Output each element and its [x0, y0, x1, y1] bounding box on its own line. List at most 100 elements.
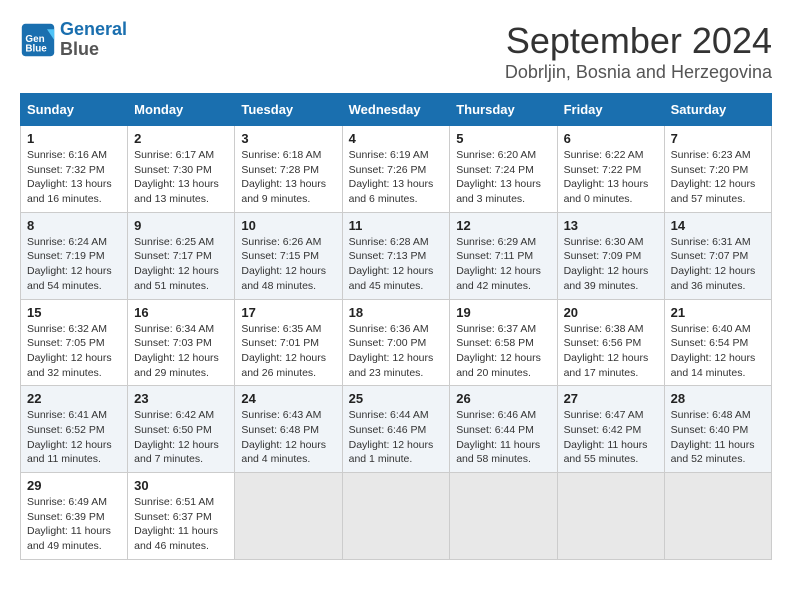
day-info: Sunrise: 6:30 AMSunset: 7:09 PMDaylight:…	[564, 235, 658, 294]
day-number: 20	[564, 305, 658, 320]
day-info: Sunrise: 6:51 AMSunset: 6:37 PMDaylight:…	[134, 495, 228, 554]
calendar-cell	[450, 473, 557, 560]
day-info: Sunrise: 6:40 AMSunset: 6:54 PMDaylight:…	[671, 322, 765, 381]
day-info: Sunrise: 6:37 AMSunset: 6:58 PMDaylight:…	[456, 322, 550, 381]
day-info: Sunrise: 6:29 AMSunset: 7:11 PMDaylight:…	[456, 235, 550, 294]
day-info: Sunrise: 6:26 AMSunset: 7:15 PMDaylight:…	[241, 235, 335, 294]
calendar-cell: 16Sunrise: 6:34 AMSunset: 7:03 PMDayligh…	[128, 299, 235, 386]
calendar-cell: 11Sunrise: 6:28 AMSunset: 7:13 PMDayligh…	[342, 212, 450, 299]
weekday-header-tuesday: Tuesday	[235, 94, 342, 126]
logo-icon: Gen Blue	[20, 22, 56, 58]
day-info: Sunrise: 6:18 AMSunset: 7:28 PMDaylight:…	[241, 148, 335, 207]
calendar-cell: 24 Sunrise: 6:43 AMSunset: 6:48 PMDayligh…	[235, 386, 342, 473]
day-info: Sunrise: 6:48 AMSunset: 6:40 PMDaylight:…	[671, 408, 765, 467]
day-info: Sunrise: 6:49 AMSunset: 6:39 PMDaylight:…	[27, 495, 121, 554]
day-info: Sunrise: 6:46 AMSunset: 6:44 PMDaylight:…	[456, 408, 550, 467]
day-number: 7	[671, 131, 765, 146]
day-number: 23	[134, 391, 228, 406]
weekday-header-wednesday: Wednesday	[342, 94, 450, 126]
calendar-cell: 15Sunrise: 6:32 AMSunset: 7:05 PMDayligh…	[21, 299, 128, 386]
page-header: Gen Blue General Blue September 2024 Dob…	[20, 20, 772, 83]
calendar-cell: 7 Sunrise: 6:23 AMSunset: 7:20 PMDaylight…	[664, 126, 771, 213]
day-number: 5	[456, 131, 550, 146]
day-info: Sunrise: 6:24 AMSunset: 7:19 PMDaylight:…	[27, 235, 121, 294]
day-info: Sunrise: 6:25 AMSunset: 7:17 PMDaylight:…	[134, 235, 228, 294]
day-number: 18	[349, 305, 444, 320]
day-info: Sunrise: 6:38 AMSunset: 6:56 PMDaylight:…	[564, 322, 658, 381]
day-number: 22	[27, 391, 121, 406]
day-number: 1	[27, 131, 121, 146]
calendar-cell	[342, 473, 450, 560]
calendar-cell: 19 Sunrise: 6:37 AMSunset: 6:58 PMDayligh…	[450, 299, 557, 386]
day-info: Sunrise: 6:23 AMSunset: 7:20 PMDaylight:…	[671, 148, 765, 207]
day-number: 3	[241, 131, 335, 146]
day-number: 27	[564, 391, 658, 406]
calendar-week-2: 8Sunrise: 6:24 AMSunset: 7:19 PMDaylight…	[21, 212, 772, 299]
day-number: 10	[241, 218, 335, 233]
day-info: Sunrise: 6:43 AMSunset: 6:48 PMDaylight:…	[241, 408, 335, 467]
day-info: Sunrise: 6:34 AMSunset: 7:03 PMDaylight:…	[134, 322, 228, 381]
day-info: Sunrise: 6:28 AMSunset: 7:13 PMDaylight:…	[349, 235, 444, 294]
calendar-cell: 28Sunrise: 6:48 AMSunset: 6:40 PMDayligh…	[664, 386, 771, 473]
calendar-cell: 4 Sunrise: 6:19 AMSunset: 7:26 PMDaylight…	[342, 126, 450, 213]
calendar-cell: 1Sunrise: 6:16 AMSunset: 7:32 PMDaylight…	[21, 126, 128, 213]
calendar-cell: 23 Sunrise: 6:42 AMSunset: 6:50 PMDayligh…	[128, 386, 235, 473]
logo: Gen Blue General Blue	[20, 20, 127, 60]
day-info: Sunrise: 6:22 AMSunset: 7:22 PMDaylight:…	[564, 148, 658, 207]
calendar-week-5: 29Sunrise: 6:49 AMSunset: 6:39 PMDayligh…	[21, 473, 772, 560]
calendar-cell: 9 Sunrise: 6:25 AMSunset: 7:17 PMDaylight…	[128, 212, 235, 299]
calendar-header: SundayMondayTuesdayWednesdayThursdayFrid…	[21, 94, 772, 126]
calendar-cell: 12 Sunrise: 6:29 AMSunset: 7:11 PMDayligh…	[450, 212, 557, 299]
calendar-cell: 13Sunrise: 6:30 AMSunset: 7:09 PMDayligh…	[557, 212, 664, 299]
calendar-cell: 3 Sunrise: 6:18 AMSunset: 7:28 PMDaylight…	[235, 126, 342, 213]
calendar-cell: 5 Sunrise: 6:20 AMSunset: 7:24 PMDaylight…	[450, 126, 557, 213]
calendar-cell: 6 Sunrise: 6:22 AMSunset: 7:22 PMDaylight…	[557, 126, 664, 213]
weekday-header-saturday: Saturday	[664, 94, 771, 126]
day-info: Sunrise: 6:35 AMSunset: 7:01 PMDaylight:…	[241, 322, 335, 381]
calendar-cell: 10 Sunrise: 6:26 AMSunset: 7:15 PMDayligh…	[235, 212, 342, 299]
day-info: Sunrise: 6:36 AMSunset: 7:00 PMDaylight:…	[349, 322, 444, 381]
day-number: 12	[456, 218, 550, 233]
day-info: Sunrise: 6:42 AMSunset: 6:50 PMDaylight:…	[134, 408, 228, 467]
calendar-week-4: 22 Sunrise: 6:41 AMSunset: 6:52 PMDayligh…	[21, 386, 772, 473]
day-info: Sunrise: 6:17 AMSunset: 7:30 PMDaylight:…	[134, 148, 228, 207]
calendar-cell: 18 Sunrise: 6:36 AMSunset: 7:00 PMDayligh…	[342, 299, 450, 386]
calendar-cell: 25Sunrise: 6:44 AMSunset: 6:46 PMDayligh…	[342, 386, 450, 473]
day-number: 24	[241, 391, 335, 406]
calendar-cell: 29Sunrise: 6:49 AMSunset: 6:39 PMDayligh…	[21, 473, 128, 560]
day-info: Sunrise: 6:31 AMSunset: 7:07 PMDaylight:…	[671, 235, 765, 294]
logo-text: General Blue	[60, 20, 127, 60]
calendar-week-3: 15Sunrise: 6:32 AMSunset: 7:05 PMDayligh…	[21, 299, 772, 386]
day-number: 6	[564, 131, 658, 146]
day-info: Sunrise: 6:19 AMSunset: 7:26 PMDaylight:…	[349, 148, 444, 207]
day-number: 17	[241, 305, 335, 320]
calendar-cell: 2Sunrise: 6:17 AMSunset: 7:30 PMDaylight…	[128, 126, 235, 213]
calendar-cell: 27 Sunrise: 6:47 AMSunset: 6:42 PMDayligh…	[557, 386, 664, 473]
day-number: 4	[349, 131, 444, 146]
weekday-header-row: SundayMondayTuesdayWednesdayThursdayFrid…	[21, 94, 772, 126]
calendar-cell: 20 Sunrise: 6:38 AMSunset: 6:56 PMDayligh…	[557, 299, 664, 386]
day-info: Sunrise: 6:47 AMSunset: 6:42 PMDaylight:…	[564, 408, 658, 467]
day-number: 15	[27, 305, 121, 320]
calendar-cell: 8Sunrise: 6:24 AMSunset: 7:19 PMDaylight…	[21, 212, 128, 299]
calendar-body: 1Sunrise: 6:16 AMSunset: 7:32 PMDaylight…	[21, 126, 772, 560]
calendar-cell	[664, 473, 771, 560]
day-number: 26	[456, 391, 550, 406]
weekday-header-thursday: Thursday	[450, 94, 557, 126]
calendar-cell: 14Sunrise: 6:31 AMSunset: 7:07 PMDayligh…	[664, 212, 771, 299]
weekday-header-sunday: Sunday	[21, 94, 128, 126]
calendar-cell: 26 Sunrise: 6:46 AMSunset: 6:44 PMDayligh…	[450, 386, 557, 473]
day-number: 9	[134, 218, 228, 233]
day-info: Sunrise: 6:41 AMSunset: 6:52 PMDaylight:…	[27, 408, 121, 467]
day-number: 30	[134, 478, 228, 493]
title-block: September 2024 Dobrljin, Bosnia and Herz…	[505, 20, 772, 83]
day-number: 19	[456, 305, 550, 320]
calendar-cell	[557, 473, 664, 560]
weekday-header-friday: Friday	[557, 94, 664, 126]
calendar-table: SundayMondayTuesdayWednesdayThursdayFrid…	[20, 93, 772, 560]
day-info: Sunrise: 6:20 AMSunset: 7:24 PMDaylight:…	[456, 148, 550, 207]
day-number: 25	[349, 391, 444, 406]
calendar-cell: 22 Sunrise: 6:41 AMSunset: 6:52 PMDayligh…	[21, 386, 128, 473]
calendar-cell: 17 Sunrise: 6:35 AMSunset: 7:01 PMDayligh…	[235, 299, 342, 386]
weekday-header-monday: Monday	[128, 94, 235, 126]
